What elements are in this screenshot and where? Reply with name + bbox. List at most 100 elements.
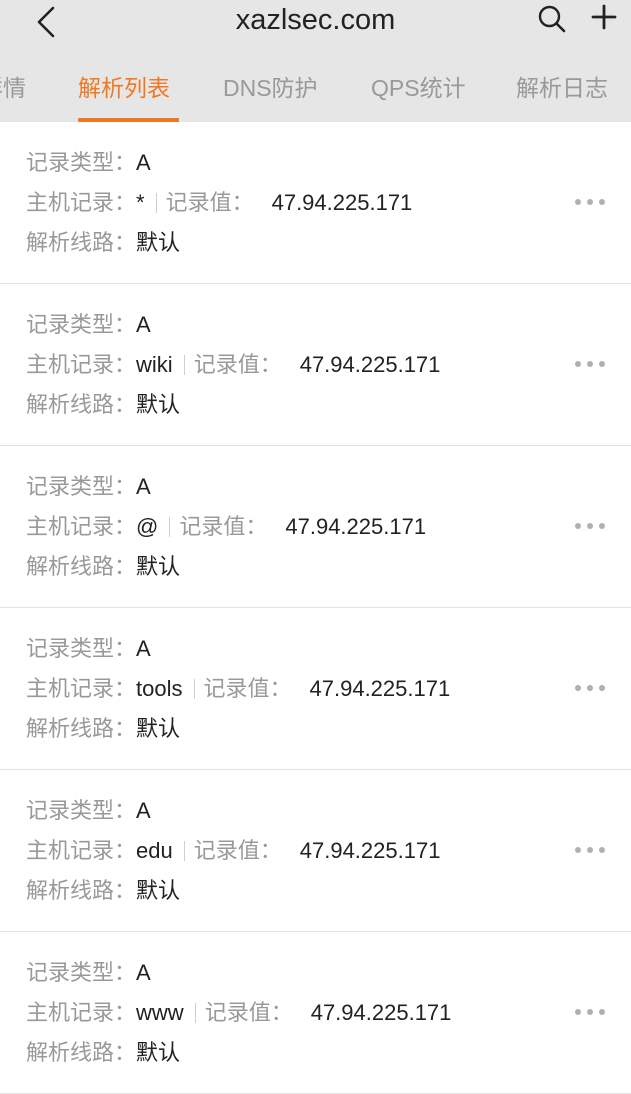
host-row: 主机记录：www 记录值： 47.94.225.171 — [26, 998, 451, 1028]
line-label: 解析线路： — [26, 554, 137, 579]
line-row: 解析线路：默认 — [26, 1038, 180, 1068]
line-row: 解析线路：默认 — [26, 228, 180, 258]
divider — [183, 841, 185, 861]
more-dots-icon — [575, 685, 581, 691]
host-value: wiki — [136, 352, 173, 377]
add-record-button[interactable] — [584, 0, 624, 34]
divider — [155, 193, 157, 213]
record-value-label: 记录值： — [204, 1000, 293, 1025]
record-type-value: A — [136, 636, 151, 661]
record-value: 47.94.225.171 — [299, 838, 441, 863]
search-icon — [538, 5, 566, 33]
host-label: 主机记录： — [26, 352, 137, 377]
more-options-button[interactable] — [575, 194, 605, 210]
line-row: 解析线路：默认 — [26, 390, 180, 420]
record-type-value: A — [136, 474, 151, 499]
more-dots-icon — [599, 199, 605, 205]
line-value: 默认 — [136, 554, 181, 579]
host-label: 主机记录： — [26, 514, 137, 539]
line-value: 默认 — [136, 392, 181, 417]
more-dots-icon — [587, 361, 593, 367]
record-value-label: 记录值： — [165, 190, 254, 215]
host-value: @ — [136, 514, 159, 539]
line-label: 解析线路： — [26, 230, 137, 255]
record-type-label: 记录类型： — [26, 960, 137, 985]
record-type-row: 记录类型：A — [26, 148, 151, 178]
line-value: 默认 — [136, 1040, 181, 1065]
host-row: 主机记录：wiki 记录值： 47.94.225.171 — [26, 350, 440, 380]
more-dots-icon — [587, 847, 593, 853]
tab-qps-stats[interactable]: QPS统计 — [371, 70, 466, 106]
tab-bar: 详情 解析列表 DNS防护 QPS统计 解析日志 — [0, 56, 631, 122]
host-row: 主机记录：edu 记录值： 47.94.225.171 — [26, 836, 440, 866]
record-type-row: 记录类型：A — [26, 634, 151, 664]
more-options-button[interactable] — [575, 518, 605, 534]
tab-resolution-log[interactable]: 解析日志 — [516, 70, 608, 106]
tab-resolution-list[interactable]: 解析列表 — [78, 70, 170, 106]
record-value: 47.94.225.171 — [309, 676, 451, 701]
more-options-button[interactable] — [575, 680, 605, 696]
record-item: 记录类型：A 主机记录：* 记录值： 47.94.225.171 解析线路：默认 — [0, 122, 631, 284]
divider — [169, 517, 171, 537]
record-value: 47.94.225.171 — [310, 1000, 452, 1025]
host-label: 主机记录： — [26, 1000, 137, 1025]
host-value: tools — [136, 676, 183, 701]
more-dots-icon — [575, 1009, 581, 1015]
record-type-value: A — [136, 798, 151, 823]
more-dots-icon — [575, 847, 581, 853]
host-label: 主机记录： — [26, 838, 137, 863]
record-type-row: 记录类型：A — [26, 958, 151, 988]
record-item: 记录类型：A 主机记录：edu 记录值： 47.94.225.171 解析线路：默认 — [0, 770, 631, 932]
more-dots-icon — [599, 685, 605, 691]
more-dots-icon — [599, 1009, 605, 1015]
more-dots-icon — [587, 523, 593, 529]
host-row: 主机记录：* 记录值： 47.94.225.171 — [26, 188, 412, 218]
more-dots-icon — [587, 685, 593, 691]
header-bar: xazlsec.com 详情 解析列表 DNS防护 QPS统计 解析日志 — [0, 0, 631, 122]
record-value-label: 记录值： — [193, 352, 282, 377]
tab-details[interactable]: 详情 — [0, 70, 26, 106]
line-value: 默认 — [136, 716, 181, 741]
host-label: 主机记录： — [26, 676, 137, 701]
more-options-button[interactable] — [575, 1004, 605, 1020]
line-label: 解析线路： — [26, 716, 137, 741]
host-label: 主机记录： — [26, 190, 137, 215]
more-options-button[interactable] — [575, 356, 605, 372]
record-value-label: 记录值： — [179, 514, 268, 539]
tab-dns-protection[interactable]: DNS防护 — [223, 70, 318, 106]
host-value: edu — [136, 838, 173, 863]
record-item: 记录类型：A 主机记录：tools 记录值： 47.94.225.171 解析线路：… — [0, 608, 631, 770]
record-value-label: 记录值： — [193, 838, 282, 863]
record-type-value: A — [136, 960, 151, 985]
host-value: www — [136, 1000, 184, 1025]
divider — [194, 1003, 196, 1023]
more-dots-icon — [587, 199, 593, 205]
record-type-row: 记录类型：A — [26, 472, 151, 502]
record-type-label: 记录类型： — [26, 312, 137, 337]
record-type-label: 记录类型： — [26, 636, 137, 661]
more-dots-icon — [599, 361, 605, 367]
divider — [193, 679, 195, 699]
more-dots-icon — [575, 523, 581, 529]
record-type-row: 记录类型：A — [26, 796, 151, 826]
line-value: 默认 — [136, 878, 181, 903]
record-type-label: 记录类型： — [26, 798, 137, 823]
line-label: 解析线路： — [26, 878, 137, 903]
record-item: 记录类型：A 主机记录：wiki 记录值： 47.94.225.171 解析线路：默… — [0, 284, 631, 446]
record-type-row: 记录类型：A — [26, 310, 151, 340]
record-value: 47.94.225.171 — [285, 514, 427, 539]
top-bar: xazlsec.com — [0, 0, 631, 56]
divider — [183, 355, 185, 375]
record-type-label: 记录类型： — [26, 474, 137, 499]
record-value: 47.94.225.171 — [271, 190, 413, 215]
more-dots-icon — [599, 847, 605, 853]
more-dots-icon — [575, 361, 581, 367]
plus-icon — [591, 4, 617, 30]
search-button[interactable] — [532, 2, 572, 36]
record-type-value: A — [136, 150, 151, 175]
more-dots-icon — [587, 1009, 593, 1015]
record-type-label: 记录类型： — [26, 150, 137, 175]
line-label: 解析线路： — [26, 392, 137, 417]
more-options-button[interactable] — [575, 842, 605, 858]
more-dots-icon — [575, 199, 581, 205]
